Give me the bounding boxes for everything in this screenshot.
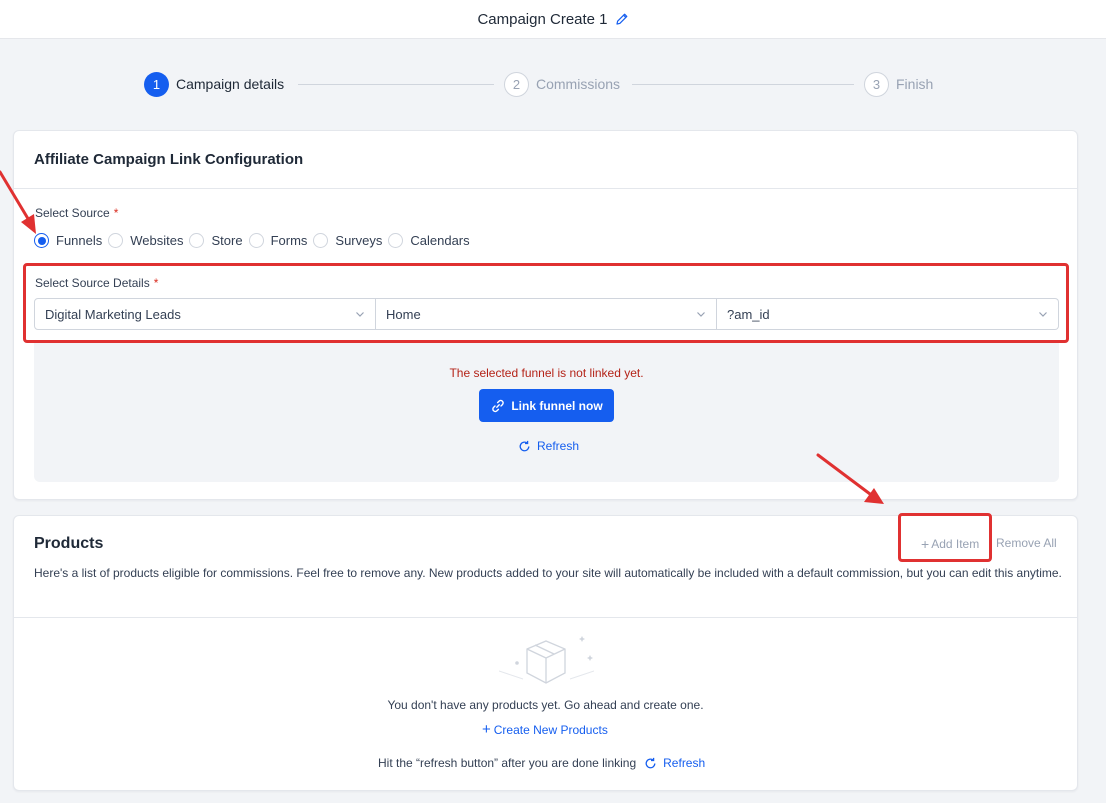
arrow-icon [816,453,884,504]
annotation-arrows [0,170,884,504]
arrow-icon [0,170,36,234]
